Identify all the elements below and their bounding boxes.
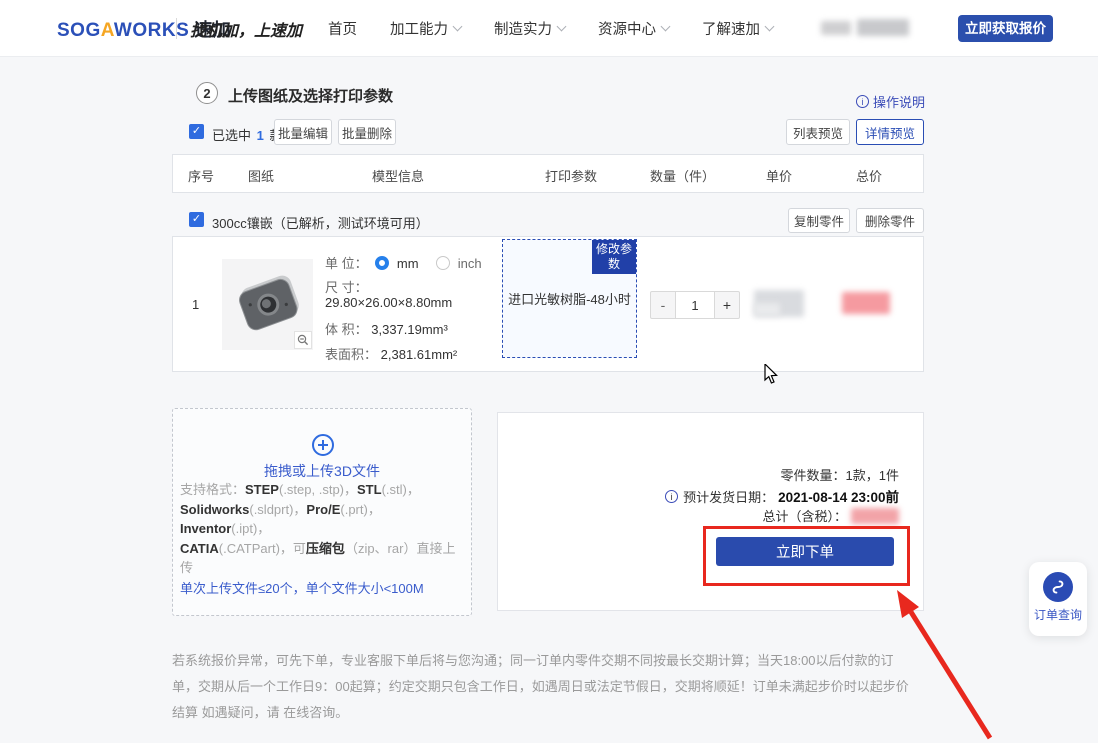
parts-count-value: 1款，1件 bbox=[846, 465, 899, 484]
top-navbar: SOGAWORKS速加 找机加，上速加 首页 加工能力 制造实力 资源中心 了解… bbox=[0, 0, 1098, 57]
order-query-widget[interactable]: 订单查询 bbox=[1029, 562, 1087, 636]
delete-part-button[interactable]: 删除零件 bbox=[856, 208, 924, 233]
row-index: 1 bbox=[192, 297, 199, 312]
supported-formats-text: 支持格式：STEP(.step, .stp)，STL(.stl)，Solidwo… bbox=[180, 480, 468, 578]
parts-count-line: 零件数量： 1款，1件 bbox=[781, 465, 899, 484]
logo-a-mark: A bbox=[101, 20, 114, 41]
size-value: 29.80×26.00×8.80mm bbox=[325, 295, 452, 310]
col-header-print-params: 打印参数 bbox=[545, 166, 597, 185]
place-order-button[interactable]: 立即下单 bbox=[716, 537, 894, 566]
upload-dropzone[interactable]: 拖拽或上传3D文件 支持格式：STEP(.step, .stp)，STL(.st… bbox=[172, 408, 472, 616]
col-header-quantity: 数量（件） bbox=[650, 166, 715, 185]
ship-date-line: i 预计发货日期： 2021-08-14 23:00前 bbox=[665, 486, 899, 506]
copy-part-button[interactable]: 复制零件 bbox=[788, 208, 850, 233]
size-label: 尺 寸： bbox=[325, 277, 368, 296]
print-param-value: 进口光敏树脂-48小时 bbox=[508, 289, 631, 308]
order-query-label: 订单查询 bbox=[1029, 606, 1087, 623]
blurred-user-info[interactable] bbox=[857, 19, 909, 36]
blurred-user-info bbox=[821, 21, 851, 35]
divider bbox=[176, 18, 177, 39]
quantity-input[interactable] bbox=[676, 291, 714, 319]
chevron-down-icon bbox=[661, 21, 671, 31]
get-quote-button[interactable]: 立即获取报价 bbox=[958, 15, 1053, 42]
col-header-model-info: 模型信息 bbox=[372, 166, 424, 185]
chevron-down-icon bbox=[557, 21, 567, 31]
info-icon: i bbox=[856, 95, 869, 108]
chevron-down-icon bbox=[765, 21, 775, 31]
modify-params-tag[interactable]: 修改参数 bbox=[592, 240, 636, 274]
slogan-text: 找机加，上速加 bbox=[190, 17, 302, 41]
list-preview-button[interactable]: 列表预览 bbox=[786, 119, 850, 145]
radio-inch[interactable] bbox=[436, 256, 450, 270]
unit-row: 单 位： mm inch bbox=[325, 253, 482, 272]
col-header-index: 序号 bbox=[188, 166, 214, 185]
pricing-disclaimer-text: 若系统报价异常，可先下单，专业客服下单后将与您沟通；同一订单内零件交期不同按最长… bbox=[172, 648, 914, 726]
page-title: 上传图纸及选择打印参数 bbox=[228, 85, 393, 106]
upload-limit-text: 单次上传文件≤20个，单个文件大小<100M bbox=[180, 578, 468, 597]
main-nav: 首页 加工能力 制造实力 资源中心 了解速加 bbox=[328, 0, 773, 56]
nav-item-home[interactable]: 首页 bbox=[328, 18, 357, 39]
logo-text: SOG bbox=[57, 20, 101, 41]
batch-edit-button[interactable]: 批量编辑 bbox=[274, 119, 332, 145]
col-header-unit-price: 单价 bbox=[766, 166, 792, 185]
operation-help-link[interactable]: i 操作说明 bbox=[856, 92, 925, 111]
radio-mm[interactable] bbox=[375, 256, 389, 270]
upload-title-link[interactable]: 拖拽或上传3D文件 bbox=[173, 461, 471, 481]
info-icon: i bbox=[665, 490, 678, 503]
nav-item-manufacturing[interactable]: 制造实力 bbox=[494, 18, 565, 39]
blurred-unit-price bbox=[754, 303, 780, 316]
surface-area-row: 表面积： 2,381.61mm² bbox=[325, 344, 457, 363]
blurred-total-price bbox=[842, 292, 890, 314]
part-checkbox[interactable]: ✓ bbox=[189, 212, 204, 227]
part-thumbnail[interactable] bbox=[222, 259, 313, 350]
detail-preview-button[interactable]: 详情预览 bbox=[856, 119, 924, 145]
nav-item-capability[interactable]: 加工能力 bbox=[390, 18, 461, 39]
order-query-icon bbox=[1043, 572, 1073, 602]
plus-circle-icon bbox=[311, 433, 335, 457]
zoom-magnifier-icon[interactable] bbox=[294, 331, 312, 349]
col-header-total-price: 总价 bbox=[856, 166, 882, 185]
quantity-increase-button[interactable]: + bbox=[714, 291, 740, 319]
selected-count-value: 1 bbox=[255, 128, 266, 143]
volume-row: 体 积： 3,337.19mm³ bbox=[325, 319, 448, 338]
step-number-badge: 2 bbox=[196, 82, 218, 104]
ship-date-value: 2021-08-14 23:00前 bbox=[778, 486, 899, 506]
total-price-line: 总计（含税）： bbox=[762, 506, 899, 525]
select-all-checkbox[interactable]: ✓ bbox=[189, 124, 204, 139]
chevron-down-icon bbox=[453, 21, 463, 31]
nav-item-resources[interactable]: 资源中心 bbox=[598, 18, 669, 39]
order-summary-card: 零件数量： 1款，1件 i 预计发货日期： 2021-08-14 23:00前 … bbox=[497, 412, 924, 611]
quantity-decrease-button[interactable]: - bbox=[650, 291, 676, 319]
blurred-total-amount bbox=[851, 508, 899, 524]
part-name-label: 300cc镶嵌（已解析，测试环境可用） bbox=[212, 213, 429, 232]
batch-delete-button[interactable]: 批量删除 bbox=[338, 119, 396, 145]
print-param-selector[interactable]: 进口光敏树脂-48小时 修改参数 bbox=[502, 239, 637, 358]
col-header-drawing: 图纸 bbox=[248, 166, 274, 185]
nav-item-about[interactable]: 了解速加 bbox=[702, 18, 773, 39]
